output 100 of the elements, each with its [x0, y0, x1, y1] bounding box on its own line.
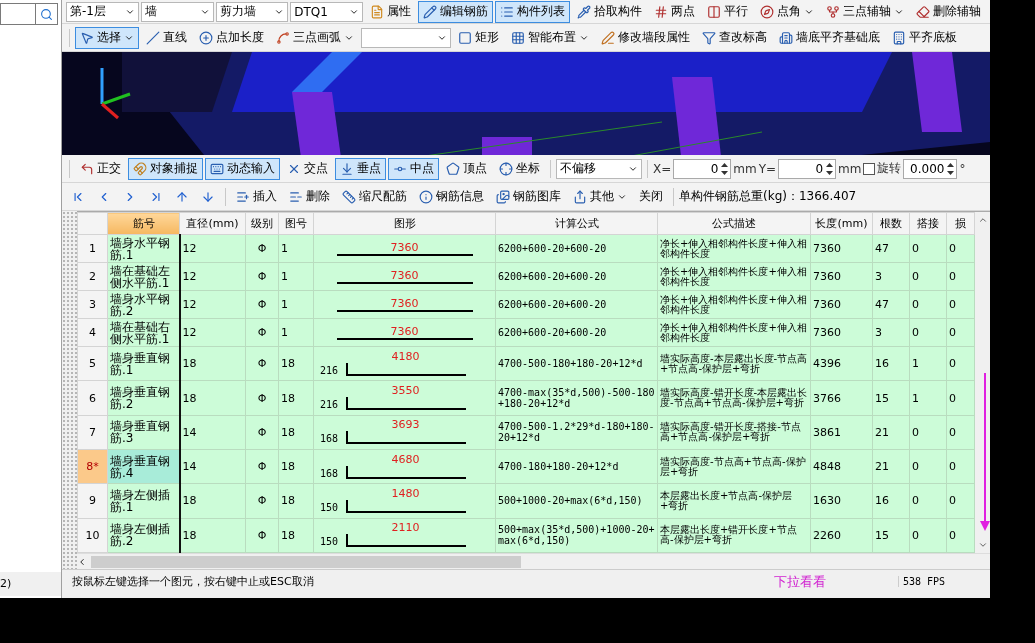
scrollbar-thumb[interactable]: [91, 555, 521, 568]
dropdown[interactable]: [361, 27, 451, 48]
toolbar-button[interactable]: 垂点: [335, 157, 386, 180]
toolbar-button[interactable]: 正交: [75, 157, 126, 180]
dropdown[interactable]: 第-1层: [66, 1, 139, 22]
toolbar-button[interactable]: 智能布置: [506, 26, 594, 49]
toolbar-button[interactable]: 交点: [282, 157, 333, 180]
toolbar-button[interactable]: 查改标高: [697, 26, 772, 49]
toolbar-button[interactable]: 删除: [284, 185, 335, 208]
toolbar-button[interactable]: 直线: [141, 26, 192, 49]
toolbar-button[interactable]: 缩尺配筋: [337, 185, 412, 208]
toolbar-button[interactable]: 对象捕捉: [128, 157, 203, 180]
y-field[interactable]: 0: [778, 158, 837, 179]
grip-bar[interactable]: [62, 211, 77, 569]
table-cell: 墙在基础右侧水平筋.1: [107, 318, 180, 347]
plus-circle-icon: [199, 30, 213, 45]
table-cell: 本层露出长度+错开长度+节点高-保护层+弯折: [657, 518, 811, 553]
toolbar-button[interactable]: 钢筋图库: [491, 185, 566, 208]
column-header[interactable]: 计算公式: [495, 212, 658, 235]
dropdown[interactable]: 剪力墙: [215, 1, 289, 22]
rotate-field[interactable]: 0.000: [903, 158, 958, 179]
toolbar-button[interactable]: 中点: [388, 157, 439, 180]
toolbar-button[interactable]: 坐标: [494, 157, 545, 180]
column-header[interactable]: 级别: [245, 212, 279, 235]
table-cell: 7360: [810, 262, 873, 291]
column-header[interactable]: 图号: [278, 212, 314, 235]
column-header[interactable]: 直径(mm): [179, 212, 246, 235]
spinner-arrows-icon[interactable]: [947, 161, 955, 176]
x-field[interactable]: 0: [673, 158, 732, 179]
toolbar-button[interactable]: 拾取构件: [572, 0, 647, 23]
table-cell: 4396: [810, 346, 873, 381]
dropdown[interactable]: DTQ1: [290, 1, 363, 22]
toolbar-button[interactable]: 顶点: [441, 157, 492, 180]
row-number[interactable]: 4: [77, 318, 108, 347]
row-number[interactable]: 10: [77, 518, 108, 553]
table-cell: 墙身垂直钢筋.1: [107, 346, 180, 381]
row-number[interactable]: 7: [77, 415, 108, 450]
scroll-down-icon[interactable]: [977, 540, 988, 550]
scroll-up-icon[interactable]: [977, 215, 988, 225]
table-cell: 4700-max(35*d,500)-500-180+180-20+12*d: [495, 380, 658, 416]
toolbar-button[interactable]: 修改墙段属性: [596, 26, 695, 49]
vertical-scrollbar[interactable]: [975, 212, 990, 553]
toolbar-button[interactable]: 两点: [649, 0, 700, 23]
cursor-icon: [80, 30, 94, 45]
column-header[interactable]: 搭接: [909, 212, 947, 235]
row-number[interactable]: 2: [77, 262, 108, 291]
dropdown[interactable]: 墙: [140, 1, 214, 22]
spinner-arrows-icon[interactable]: [721, 161, 729, 176]
dropdown[interactable]: 不偏移: [556, 158, 642, 179]
toolbar-button[interactable]: 墙底平齐基础底: [774, 26, 885, 49]
keyboard-icon: [210, 161, 224, 176]
column-header[interactable]: 损: [946, 212, 975, 235]
search-button[interactable]: [36, 3, 58, 25]
toolbar-button[interactable]: 平齐底板: [887, 26, 962, 49]
table-cell: 墙实际高度-节点高+节点高-保护层+弯折: [657, 449, 811, 484]
toolbar-button[interactable]: 矩形: [453, 26, 504, 49]
pentagon-icon: [446, 161, 460, 176]
total-weight: 单构件钢筋总重(kg)：1366.407: [679, 188, 857, 205]
column-header[interactable]: 长度(mm): [810, 212, 873, 235]
column-header[interactable]: 根数: [872, 212, 910, 235]
row-number[interactable]: 8*: [77, 449, 108, 484]
toolbar-button[interactable]: 插入: [231, 185, 282, 208]
horizontal-scrollbar[interactable]: [77, 553, 990, 569]
length-label: 7360: [390, 325, 419, 338]
table-cell: 4700-500-1.2*29*d-180+180-20+12*d: [495, 415, 658, 450]
toolbar-button[interactable]: 选择: [75, 26, 139, 49]
rectangle-icon: [458, 30, 472, 45]
length-label: 2110: [391, 522, 420, 535]
toolbar-button[interactable]: 属性: [365, 0, 416, 23]
toolbar-button[interactable]: 三点辅轴: [821, 0, 909, 23]
row-number[interactable]: 1: [77, 234, 108, 263]
toolbar-button[interactable]: 钢筋信息: [414, 185, 489, 208]
toolbar-button[interactable]: 平行: [702, 0, 753, 23]
ruler-icon: [342, 189, 356, 204]
rebar-shape-icon: [345, 431, 466, 446]
row-number[interactable]: 9: [77, 483, 108, 519]
column-header[interactable]: 公式描述: [657, 212, 811, 235]
column-header[interactable]: 图形: [313, 212, 496, 235]
spinner-arrows-icon[interactable]: [826, 161, 834, 176]
crosshair-icon: [499, 161, 513, 176]
toolbar-button[interactable]: 删除辅轴: [911, 0, 986, 23]
toolbar-button[interactable]: 三点画弧: [271, 26, 359, 49]
column-header[interactable]: 筋号: [107, 212, 180, 235]
toolbar-button[interactable]: 关闭: [634, 185, 668, 208]
toolbar-button[interactable]: 编辑钢筋: [418, 0, 493, 23]
toolbar-button[interactable]: 构件列表: [495, 0, 570, 23]
table-cell: 墙身水平钢筋.2: [107, 290, 180, 319]
toolbar-button[interactable]: 点加长度: [194, 26, 269, 49]
row-number[interactable]: 6: [77, 380, 108, 416]
table-cell: 墙实际高度-错开长度-本层露出长度-节点高+节点高-保护层+弯折: [657, 380, 811, 416]
toolbar-button[interactable]: 其他: [568, 185, 632, 208]
scroll-left-icon[interactable]: [77, 556, 87, 567]
row-number[interactable]: 3: [77, 290, 108, 319]
rebar-shape-icon: [336, 253, 473, 256]
search-field[interactable]: [0, 3, 36, 25]
toolbar-button[interactable]: 动态输入: [205, 157, 280, 180]
toolbar-button[interactable]: 点角: [755, 0, 819, 23]
rotate-checkbox[interactable]: [863, 162, 876, 175]
annotation-text: 下拉看看: [774, 572, 827, 591]
row-number[interactable]: 5: [77, 346, 108, 381]
